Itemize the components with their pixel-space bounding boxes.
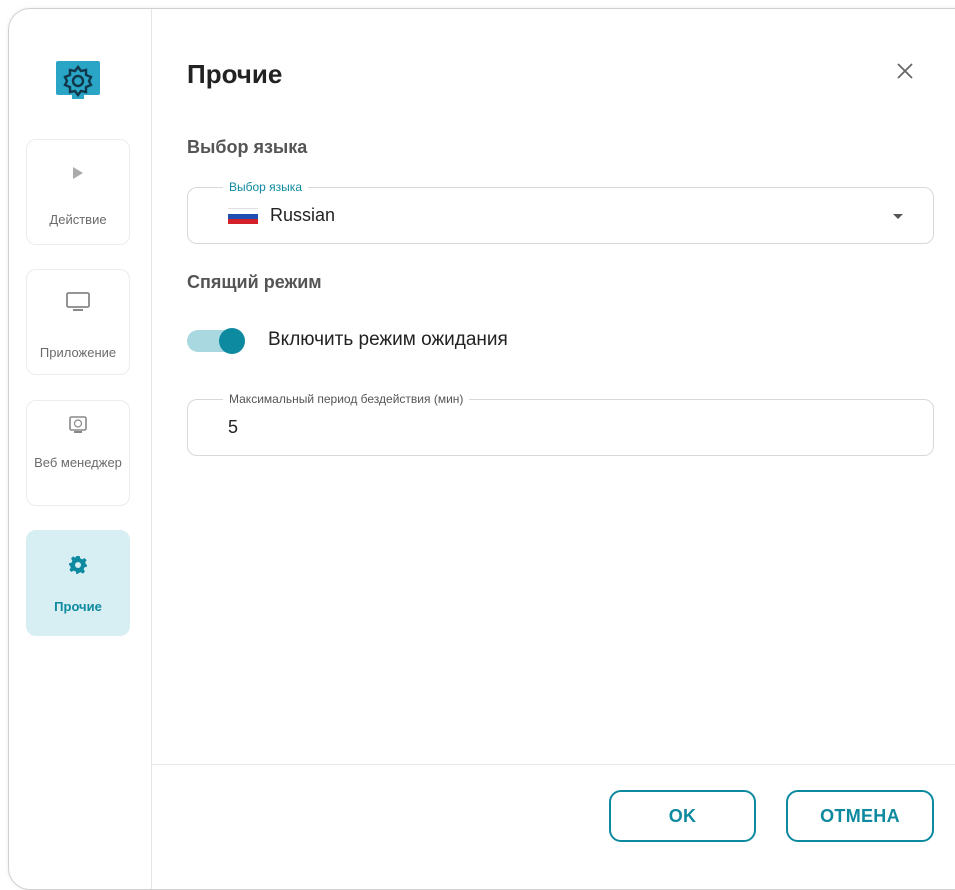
cancel-button[interactable]: ОТМЕНА: [786, 790, 934, 842]
sidebar-item-label: Действие: [49, 212, 107, 227]
toggle-knob: [219, 328, 245, 354]
language-section-label: Выбор языка: [187, 137, 308, 157]
ok-button[interactable]: OK: [609, 790, 756, 842]
sidebar-item-action[interactable]: Действие: [26, 139, 130, 245]
sidebar-item-label: Веб менеджер: [34, 455, 122, 470]
sidebar-item-other[interactable]: Прочие: [26, 530, 130, 636]
gear-icon: [67, 553, 89, 577]
sidebar-item-web-manager[interactable]: Веб менеджер: [26, 400, 130, 506]
language-value: Russian: [270, 205, 336, 225]
footer-divider: [152, 764, 955, 765]
sidebar-item-application[interactable]: Приложение: [26, 269, 130, 375]
monitor-icon: [65, 290, 91, 314]
close-icon[interactable]: [893, 59, 917, 83]
content-pane: Прочие Выбор языка Выбор языка Russian С…: [152, 9, 955, 889]
web-manager-icon: [68, 413, 88, 437]
app-gear-icon: [54, 59, 102, 101]
language-select[interactable]: Выбор языка Russian: [187, 179, 934, 244]
russian-flag-icon: [228, 207, 258, 224]
sleep-mode-toggle[interactable]: [187, 326, 245, 356]
language-select-value[interactable]: Russian: [228, 205, 335, 226]
idle-period-input[interactable]: Максимальный период бездействия (мин) 5: [187, 391, 934, 456]
sleep-toggle-label: Включить режим ожидания: [268, 329, 508, 350]
page-title: Прочие: [187, 59, 283, 89]
sidebar-item-label: Прочие: [54, 599, 102, 614]
play-icon: [72, 165, 84, 181]
language-field-legend: Выбор языка: [223, 179, 308, 195]
settings-dialog: Действие Приложение Веб менеджер Прочие: [8, 8, 955, 890]
sidebar-item-label: Приложение: [39, 345, 117, 360]
idle-period-value[interactable]: 5: [228, 417, 238, 438]
idle-field-legend: Максимальный период бездействия (мин): [223, 391, 470, 407]
sleep-section-label: Спящий режим: [187, 272, 322, 292]
sidebar: Действие Приложение Веб менеджер Прочие: [9, 9, 152, 889]
chevron-down-icon[interactable]: [893, 214, 903, 219]
